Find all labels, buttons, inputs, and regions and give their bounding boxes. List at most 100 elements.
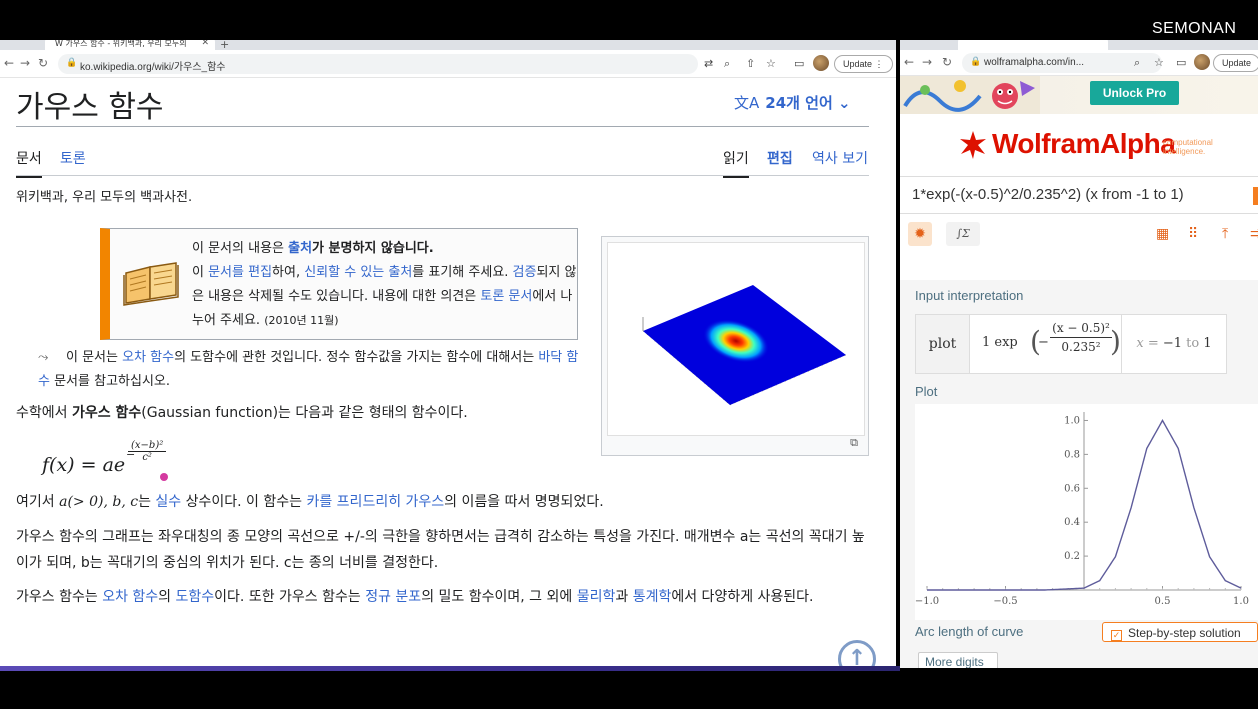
error-function-link[interactable]: 오차 함수 <box>122 350 174 365</box>
wiki-content: 가우스 함수 文A 24개 언어 ⌄ 문서 토론 읽기 편집 역사 보기 위키백과… <box>0 78 896 668</box>
keyboard-icon[interactable]: ▦ <box>1156 226 1169 242</box>
address-bar-row: ← → ↻ 🔒 ko.wikipedia.org/wiki/가우스_함수 ⇄ ⌕… <box>0 50 896 78</box>
browser-tab-wikipedia[interactable]: W 가우스 함수 - 위키백과, 우리 모두의 ✕ <box>45 40 215 50</box>
interp-minus: − <box>1038 335 1049 350</box>
edit-document-link[interactable]: 문서를 편집 <box>208 265 272 280</box>
para-math: a(> 0), b, c <box>59 494 139 510</box>
upload-icon[interactable]: ⤒ <box>1222 226 1228 242</box>
range-end: 1 <box>1203 336 1212 351</box>
logo-tagline-2: intelligence. <box>1163 147 1206 156</box>
back-arrow-icon[interactable]: ← <box>4 56 14 70</box>
scroll-to-top-button[interactable]: ↑ <box>838 640 876 668</box>
math-input-mode-icon[interactable]: ∫Σ <box>946 222 980 246</box>
wolfram-logo[interactable]: WolframAlpha computational intelligence. <box>958 128 1228 164</box>
para-bold: 가우스 함수 <box>71 405 142 421</box>
tab-talk[interactable]: 토론 <box>60 148 86 168</box>
hatnote-text: 이 문서는 <box>66 350 123 365</box>
monster-doodle-icon <box>900 76 1040 114</box>
notice-text: 를 표기해 주세요. <box>412 265 513 280</box>
reliable-source-link[interactable]: 신뢰할 수 있는 출처 <box>304 265 412 280</box>
wikipedia-window: W 가우스 함수 - 위키백과, 우리 모두의 ✕ + ← → ↻ 🔒 ko.w… <box>0 40 896 668</box>
reload-icon[interactable]: ↻ <box>38 56 48 70</box>
para-text: 과 <box>615 589 633 605</box>
sidebar-icon[interactable]: ▭ <box>794 57 804 70</box>
plot-heading: Plot <box>915 384 938 399</box>
disambiguation-icon: ⤳ <box>38 350 49 365</box>
tab-read[interactable]: 읽기 <box>723 148 749 178</box>
url-bar-right[interactable]: 🔒 wolframalpha.com/in... <box>962 53 1162 73</box>
random-icon[interactable]: ⇉ <box>1250 226 1258 242</box>
page-title: 가우스 함수 <box>16 90 164 125</box>
gauss-link[interactable]: 카를 프리드리히 가우스 <box>306 494 444 510</box>
submit-button-edge[interactable] <box>1253 187 1258 205</box>
language-count: 24개 언어 <box>765 94 833 112</box>
source-link[interactable]: 출처 <box>288 241 312 256</box>
site-tagline: 위키백과, 우리 모두의 백과사전. <box>16 190 193 205</box>
lock-icon: 🔒 <box>970 56 982 66</box>
para-text: 의 밀도 함수이며, 그 외에 <box>421 589 577 605</box>
examples-grid-icon[interactable]: ⠿ <box>1188 226 1198 242</box>
range-to: to <box>1182 336 1204 351</box>
more-digits-button[interactable]: More digits <box>918 652 998 668</box>
update-button[interactable]: Update ⋮ <box>834 55 893 73</box>
range-from: −1 <box>1162 336 1183 351</box>
tab-article[interactable]: 문서 <box>16 148 42 178</box>
para-text: 이다. 또한 가우스 함수는 <box>214 589 366 605</box>
interp-expression: 1 exp ( − (x − 0.5)² 0.235² ) <box>970 315 1122 373</box>
notice-box: 이 문서의 내용은 출처가 분명하지 않습니다. 이 문서를 편집하여, 신뢰할… <box>100 228 578 340</box>
error-function-link-2[interactable]: 오차 함수 <box>102 589 158 605</box>
para-text: 의 <box>158 589 176 605</box>
wikipedia-favicon-icon: W <box>55 40 66 48</box>
interp-denominator: 0.235² <box>1061 340 1101 354</box>
tab-history[interactable]: 역사 보기 <box>812 148 868 168</box>
enlarge-icon[interactable]: ⧉ <box>850 436 858 450</box>
close-tab-icon[interactable]: ✕ <box>201 40 209 48</box>
forward-arrow-icon[interactable]: → <box>922 55 932 69</box>
language-selector[interactable]: 文A 24개 언어 ⌄ <box>734 92 851 113</box>
natural-language-mode-icon[interactable]: ✹ <box>908 222 932 246</box>
plot-panel[interactable]: −1.0 −0.5 0.5 1.0 0.2 0.4 0.6 0.8 1.0 <box>915 404 1258 620</box>
para-text: 상수이다. 이 함수는 <box>181 494 307 510</box>
share-icon[interactable]: ⇧ <box>746 57 755 70</box>
reload-icon[interactable]: ↻ <box>942 55 952 69</box>
step-label: Step-by-step solution <box>1128 626 1241 640</box>
formula-lhs: f(x) = ae <box>42 454 126 476</box>
wolfram-window: ← → ↻ 🔒 wolframalpha.com/in... ⌕ ☆ ▭ Upd… <box>900 40 1258 668</box>
verify-link[interactable]: 검증 <box>513 265 537 280</box>
interp-fraction: (x − 0.5)² 0.235² <box>1050 321 1112 354</box>
tab-edit[interactable]: 편집 <box>767 148 793 168</box>
update-button-right[interactable]: Update <box>1213 54 1258 72</box>
update-label: Update <box>843 59 873 69</box>
unlock-pro-button[interactable]: Unlock Pro <box>1090 81 1179 105</box>
zoom-icon[interactable]: ⌕ <box>724 57 730 71</box>
step-by-step-button[interactable]: ✓ Step-by-step solution <box>1102 622 1258 642</box>
zoom-icon[interactable]: ⌕ <box>1134 56 1140 70</box>
notice-bold: 가 분명하지 않습니다. <box>312 241 434 256</box>
translate-icon[interactable]: ⇄ <box>704 57 713 70</box>
tab-strip: W 가우스 함수 - 위키백과, 우리 모두의 ✕ + <box>0 40 896 51</box>
range-var: x <box>1136 336 1144 351</box>
interp-range: x = −1 to 1 <box>1122 315 1226 373</box>
talk-document-link[interactable]: 토론 문서 <box>480 289 532 304</box>
browser-tab-wolfram[interactable] <box>958 40 1108 50</box>
sidebar-icon[interactable]: ▭ <box>1176 56 1186 69</box>
para-text: 는 <box>138 494 156 510</box>
back-arrow-icon[interactable]: ← <box>904 55 914 69</box>
normal-distribution-link[interactable]: 정규 분포 <box>365 589 421 605</box>
bookmark-star-icon[interactable]: ☆ <box>1154 56 1164 69</box>
real-number-link[interactable]: 실수 <box>155 494 181 510</box>
forward-arrow-icon[interactable]: → <box>20 56 30 70</box>
physics-link[interactable]: 물리학 <box>577 589 616 605</box>
derivative-link[interactable]: 도함수 <box>176 589 215 605</box>
query-input[interactable]: 1*exp(-(x-0.5)^2/0.235^2) (x from -1 to … <box>900 176 1258 214</box>
screen: SEMONAN W 가우스 함수 - 위키백과, 우리 모두의 ✕ + ← → … <box>0 0 1258 709</box>
notice-text: 이 <box>192 265 209 280</box>
statistics-link[interactable]: 통계학 <box>633 589 672 605</box>
bookmark-star-icon[interactable]: ☆ <box>766 57 776 70</box>
profile-avatar[interactable] <box>1194 54 1210 70</box>
pro-banner: Unlock Pro <box>900 76 1258 114</box>
url-bar[interactable]: 🔒 ko.wikipedia.org/wiki/가우스_함수 <box>58 54 698 74</box>
y-tick-label: 0.2 <box>1064 551 1080 562</box>
profile-avatar[interactable] <box>813 55 829 71</box>
para-text: (Gaussian function)는 다음과 같은 형태의 함수이다. <box>141 405 468 421</box>
